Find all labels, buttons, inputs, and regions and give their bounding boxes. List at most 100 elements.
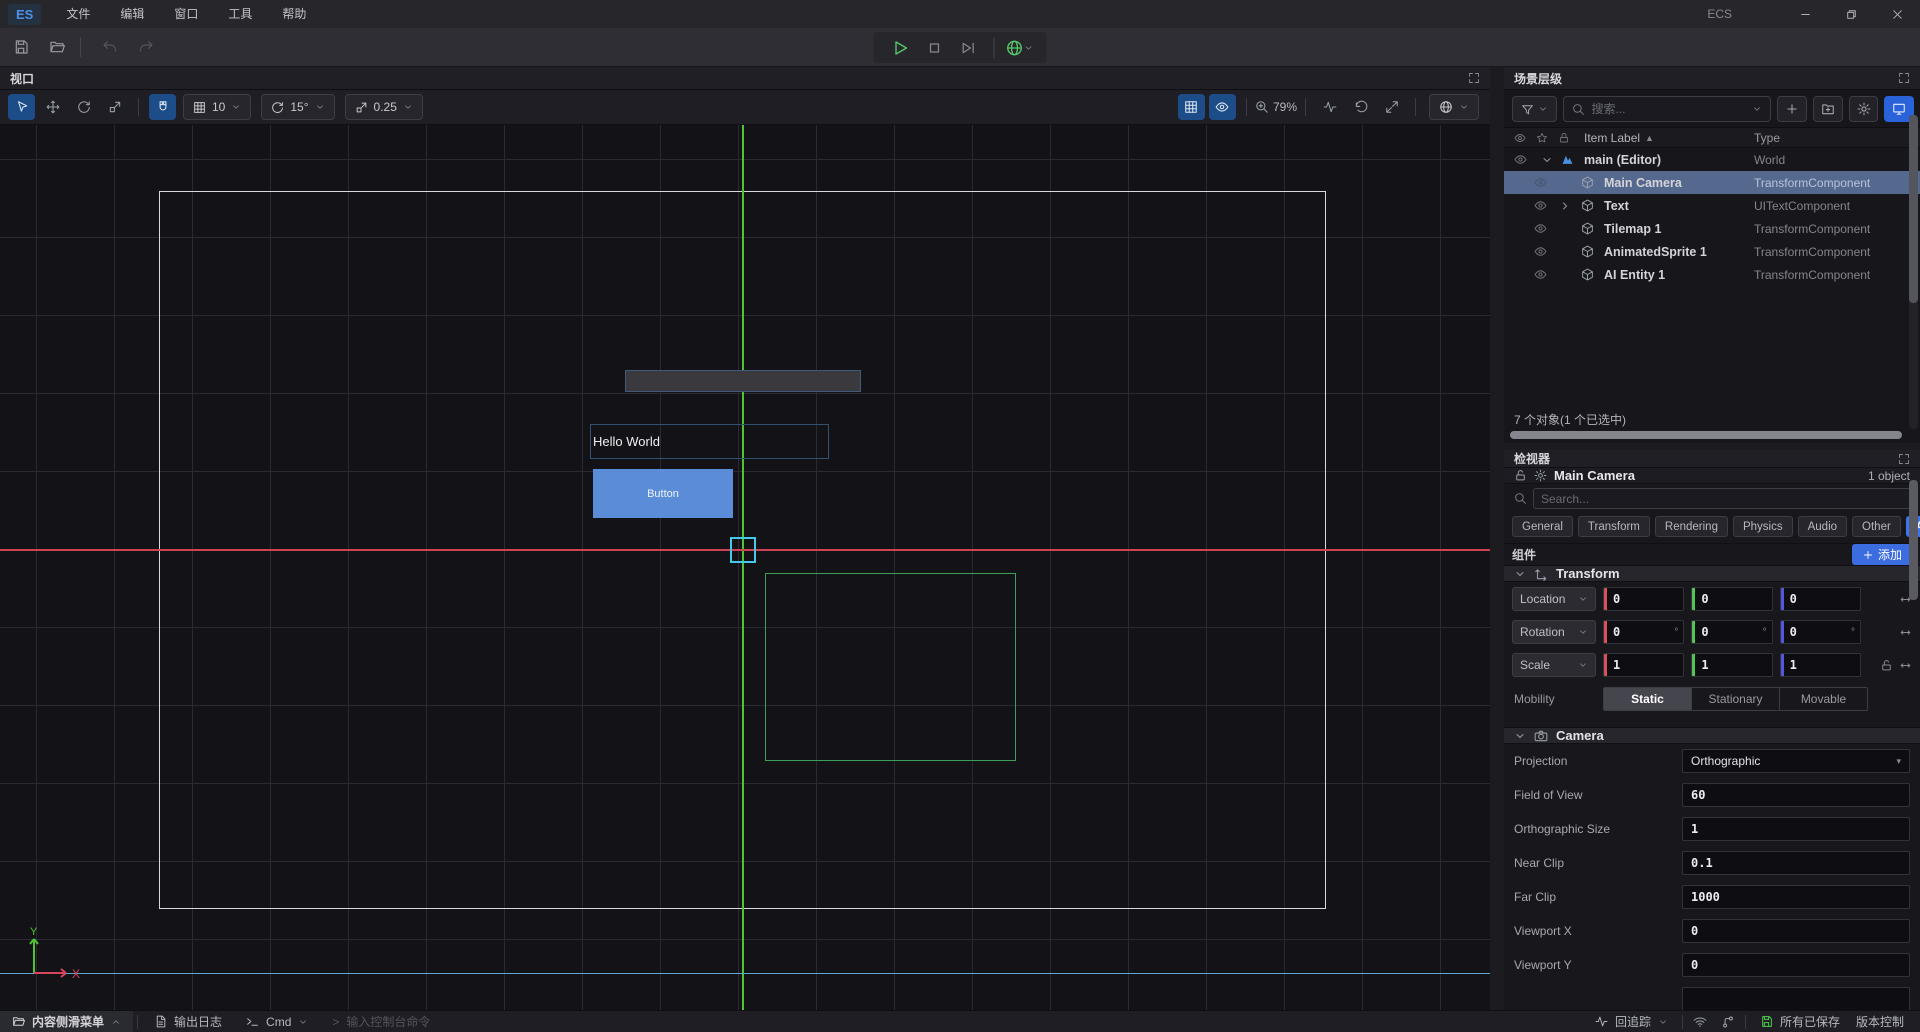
visibility-eye-icon[interactable] <box>1534 222 1547 235</box>
tab-other[interactable]: Other <box>1852 516 1901 537</box>
scale-y-input[interactable]: 1 <box>1691 653 1772 677</box>
menu-help[interactable]: 帮助 <box>267 0 321 28</box>
hierarchy-horizontal-scrollbar[interactable] <box>1510 431 1902 439</box>
play-button[interactable] <box>884 35 918 61</box>
version-control-button[interactable]: 版本控制 <box>1850 1013 1910 1030</box>
visibility-eye-icon[interactable] <box>1534 245 1547 258</box>
tab-physics[interactable]: Physics <box>1733 516 1793 537</box>
minimize-button[interactable] <box>1782 0 1828 28</box>
restore-button[interactable] <box>1828 0 1874 28</box>
location-z-input[interactable]: 0 <box>1780 587 1861 611</box>
visibility-eye-icon[interactable] <box>1534 268 1547 281</box>
viewport-expand-button[interactable] <box>1468 72 1480 84</box>
mobility-static-option[interactable]: Static <box>1604 688 1691 710</box>
rotation-snap-dropdown[interactable]: 15° <box>261 94 334 120</box>
add-entity-button[interactable] <box>1777 96 1807 122</box>
snap-toggle-button[interactable] <box>149 94 176 120</box>
camera-section-header[interactable]: Camera <box>1504 727 1920 744</box>
link-values-icon[interactable] <box>1899 626 1912 639</box>
ui-panel-bar[interactable] <box>625 370 861 392</box>
tree-row-ai-entity[interactable]: AI Entity 1 TransformComponent <box>1504 263 1920 286</box>
rotation-x-input[interactable]: 0° <box>1603 620 1684 644</box>
projection-select[interactable]: Orthographic ▾ <box>1682 749 1910 773</box>
add-folder-button[interactable] <box>1813 96 1843 122</box>
column-item-label[interactable]: Item Label ▲ <box>1584 131 1654 145</box>
wifi-icon[interactable] <box>1693 1015 1707 1029</box>
step-button[interactable] <box>952 35 986 61</box>
maximize-viewport-button[interactable] <box>1378 94 1405 120</box>
add-component-button[interactable]: 添加 <box>1852 544 1912 565</box>
menu-window[interactable]: 窗口 <box>159 0 213 28</box>
orthographic-size-input[interactable]: 1 <box>1682 817 1910 841</box>
filter-button[interactable] <box>1512 96 1557 122</box>
branch-icon[interactable] <box>1721 1015 1735 1029</box>
location-dropdown[interactable]: Location <box>1512 587 1596 611</box>
open-button[interactable] <box>42 33 72 61</box>
tab-transform[interactable]: Transform <box>1578 516 1650 537</box>
console-command-input[interactable]: > 输入控制台命令 <box>320 1011 442 1032</box>
menu-edit[interactable]: 编辑 <box>105 0 159 28</box>
hierarchy-settings-button[interactable] <box>1849 96 1879 122</box>
tree-row-tilemap[interactable]: Tilemap 1 TransformComponent <box>1504 217 1920 240</box>
content-drawer-button[interactable]: 内容侧滑菜单 <box>0 1011 133 1032</box>
tree-row-animatedsprite[interactable]: AnimatedSprite 1 TransformComponent <box>1504 240 1920 263</box>
stats-button[interactable] <box>1316 94 1343 120</box>
viewport-x-input[interactable]: 0 <box>1682 919 1910 943</box>
menu-file[interactable]: 文件 <box>51 0 105 28</box>
move-tool-button[interactable] <box>39 94 66 120</box>
viewport-world-dropdown[interactable] <box>1429 94 1479 120</box>
scale-x-input[interactable]: 1 <box>1603 653 1684 677</box>
rotation-dropdown[interactable]: Rotation <box>1512 620 1596 644</box>
gear-icon[interactable] <box>1534 469 1547 482</box>
grid-toggle-button[interactable] <box>1178 94 1205 120</box>
rotate-tool-button[interactable] <box>70 94 97 120</box>
hierarchy-vertical-scrollbar[interactable] <box>1909 115 1918 429</box>
tab-rendering[interactable]: Rendering <box>1655 516 1728 537</box>
mobility-movable-option[interactable]: Movable <box>1779 688 1867 710</box>
field-of-view-input[interactable]: 60 <box>1682 783 1910 807</box>
partial-input[interactable] <box>1682 987 1910 1010</box>
scene-ui-button[interactable]: Button <box>593 469 733 518</box>
world-selector-button[interactable] <box>1003 35 1037 61</box>
visibility-eye-icon[interactable] <box>1514 153 1527 166</box>
expand-chevron-icon[interactable] <box>1559 200 1571 212</box>
inspector-expand-button[interactable] <box>1898 453 1910 465</box>
redo-button[interactable] <box>131 33 161 61</box>
near-clip-input[interactable]: 0.1 <box>1682 851 1910 875</box>
cmd-dropdown[interactable]: Cmd <box>234 1011 320 1032</box>
selection-gizmo-square[interactable] <box>730 537 756 563</box>
visibility-eye-icon[interactable] <box>1534 176 1547 189</box>
scale-dropdown[interactable]: Scale <box>1512 653 1596 677</box>
zoom-level[interactable]: 79% <box>1273 100 1297 114</box>
select-tool-button[interactable] <box>8 94 35 120</box>
scale-z-input[interactable]: 1 <box>1780 653 1861 677</box>
rotation-y-input[interactable]: 0° <box>1691 620 1772 644</box>
collapse-chevron-icon[interactable] <box>1541 154 1553 166</box>
tab-audio[interactable]: Audio <box>1798 516 1847 537</box>
inspector-search-input[interactable] <box>1541 492 1904 506</box>
scale-snap-dropdown[interactable]: 0.25 <box>345 94 423 120</box>
tab-general[interactable]: General <box>1512 516 1573 537</box>
scene-canvas[interactable]: Hello World Button Y X <box>0 125 1490 1010</box>
link-values-icon[interactable] <box>1899 659 1912 672</box>
viewport-y-input[interactable]: 0 <box>1682 953 1910 977</box>
close-button[interactable] <box>1874 0 1920 28</box>
far-clip-input[interactable]: 1000 <box>1682 885 1910 909</box>
inspector-vertical-scrollbar[interactable] <box>1909 480 1918 600</box>
transform-section-header[interactable]: Transform <box>1504 565 1920 582</box>
undo-button[interactable] <box>95 33 125 61</box>
location-y-input[interactable]: 0 <box>1691 587 1772 611</box>
column-type[interactable]: Type <box>1754 131 1780 145</box>
menu-tools[interactable]: 工具 <box>213 0 267 28</box>
visibility-eye-icon[interactable] <box>1534 199 1547 212</box>
hierarchy-search-input[interactable] <box>1591 102 1746 116</box>
scale-tool-button[interactable] <box>101 94 128 120</box>
hierarchy-expand-button[interactable] <box>1898 72 1910 84</box>
save-button[interactable] <box>6 33 36 61</box>
tree-row-main-camera[interactable]: Main Camera TransformComponent <box>1504 171 1920 194</box>
traceback-dropdown[interactable]: 回追踪 <box>1591 1013 1672 1030</box>
hello-world-text[interactable]: Hello World <box>590 424 829 459</box>
grid-snap-dropdown[interactable]: 10 <box>183 94 251 120</box>
stop-button[interactable] <box>918 35 952 61</box>
visibility-toggle-button[interactable] <box>1209 94 1236 120</box>
